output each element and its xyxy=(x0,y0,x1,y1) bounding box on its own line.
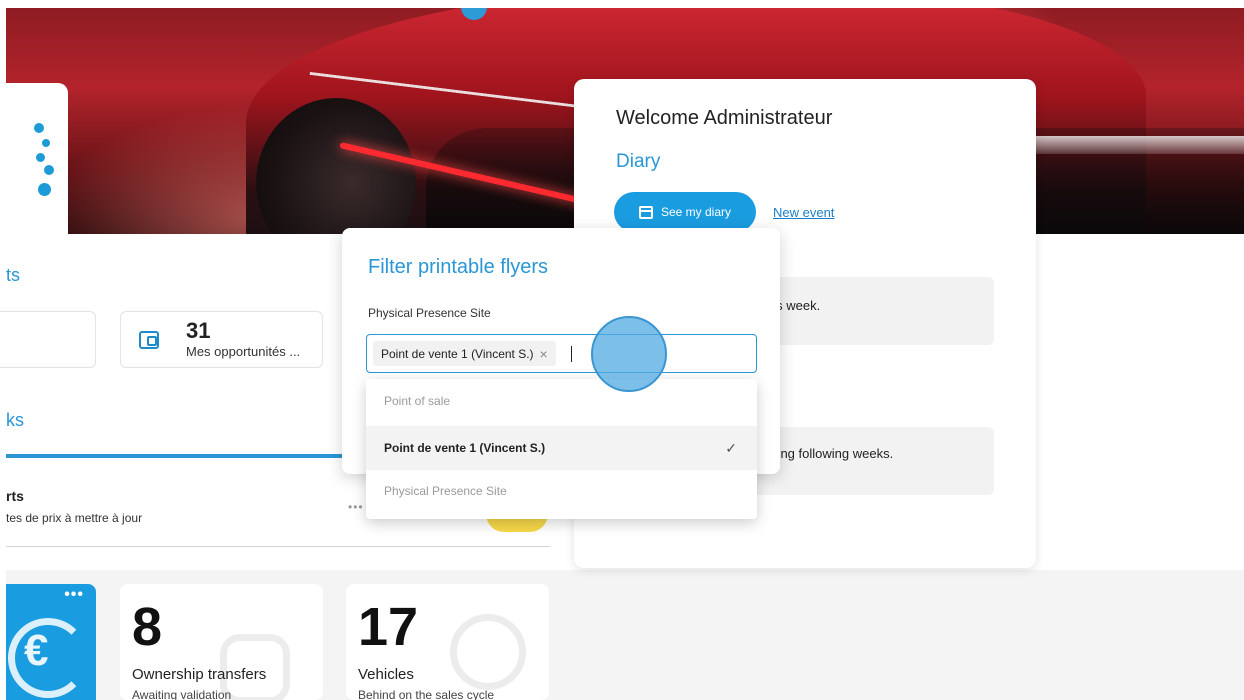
calendar-icon xyxy=(638,205,653,219)
alert-title: rts xyxy=(6,488,24,504)
more-icon[interactable]: ••• xyxy=(64,586,84,604)
car-headlight-right xyxy=(1036,136,1244,154)
new-event-link[interactable]: New event xyxy=(773,205,834,220)
welcome-title: Welcome Administrateur xyxy=(616,107,833,129)
stat-card-partial[interactable] xyxy=(0,311,96,368)
wallet-icon xyxy=(139,331,159,349)
logo-card xyxy=(6,83,68,234)
kpi-label: Ownership transfers xyxy=(132,666,267,683)
site-dropdown-menu: Point of sale Point de vente 1 (Vincent … xyxy=(366,379,757,519)
see-my-diary-label: See my diary xyxy=(660,205,732,219)
logo-dot xyxy=(34,123,44,133)
filter-field-label: Physical Presence Site xyxy=(368,306,491,320)
kpi-sublabel: Behind on the sales cycle xyxy=(358,688,495,700)
alert-divider xyxy=(6,546,550,547)
filter-title: Filter printable flyers xyxy=(368,256,549,278)
dropdown-option[interactable]: Point de vente 1 (Vincent S.) ✓ xyxy=(366,426,757,470)
chip-remove-icon[interactable]: × xyxy=(540,346,548,362)
dropdown-option-label: Point de vente 1 (Vincent S.) xyxy=(384,441,546,455)
alert-more-icon[interactable]: ••• xyxy=(348,500,364,514)
text-caret xyxy=(571,346,572,362)
kpi-label: Vehicles xyxy=(358,666,414,683)
opportunities-label: Mes opportunités ... xyxy=(186,344,301,359)
alert-subtitle: tes de prix à mettre à jour xyxy=(6,511,143,525)
see-my-diary-button[interactable]: See my diary xyxy=(614,192,756,232)
alerts-section-title: ts xyxy=(6,265,21,285)
stopwatch-ghost-icon xyxy=(450,614,526,690)
logo-dot xyxy=(38,183,51,196)
selected-chip: Point de vente 1 (Vincent S.) × xyxy=(373,341,556,366)
kpi-card-ownership-transfers[interactable]: 8 Ownership transfers Awaiting validatio… xyxy=(120,584,323,700)
opportunities-count: 31 xyxy=(186,318,211,343)
kpi-value: 17 xyxy=(358,597,419,657)
logo-dot xyxy=(42,139,50,147)
dropdown-group-header: Physical Presence Site xyxy=(384,484,507,498)
kpi-sublabel: Awaiting validation xyxy=(132,688,232,700)
tab-active-underline xyxy=(6,454,342,458)
physical-presence-site-select[interactable]: Point de vente 1 (Vincent S.) × xyxy=(366,334,757,373)
tasks-section-title[interactable]: ks xyxy=(6,410,24,431)
following-weeks-text: uring following weeks. xyxy=(766,446,894,461)
kpi-card-vehicles[interactable]: 17 Vehicles Behind on the sales cycle xyxy=(346,584,549,700)
check-icon: ✓ xyxy=(725,439,737,456)
click-indicator xyxy=(591,316,667,392)
kpi-value: 8 xyxy=(132,597,163,657)
dropdown-group-header: Point of sale xyxy=(384,394,451,408)
diary-title: Diary xyxy=(616,151,661,172)
logo-dot xyxy=(44,165,54,175)
logo-dot xyxy=(36,153,45,162)
euro-icon: € xyxy=(24,626,49,675)
selected-chip-label: Point de vente 1 (Vincent S.) xyxy=(381,346,534,361)
kpi-card-price[interactable]: ••• € xyxy=(6,584,96,700)
opportunities-card[interactable]: 31 Mes opportunités ... xyxy=(120,311,323,368)
